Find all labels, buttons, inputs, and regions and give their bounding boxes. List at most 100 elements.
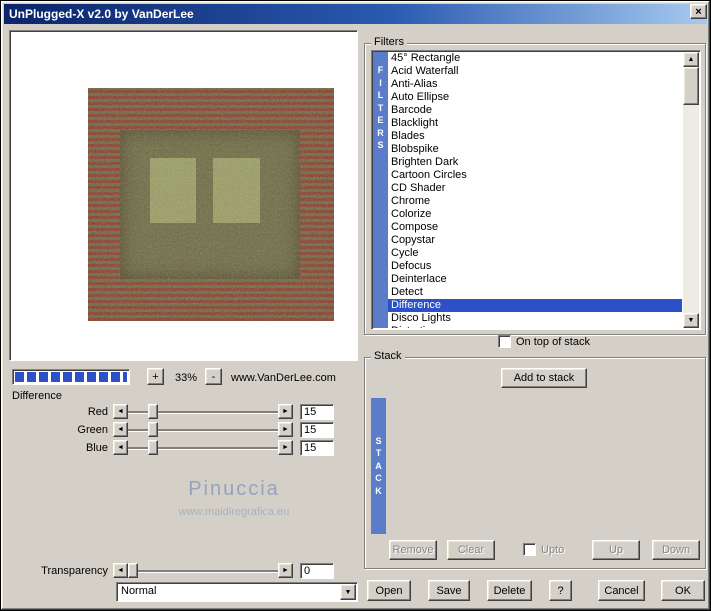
transparency-slider-track[interactable] <box>128 563 278 578</box>
filter-list-item[interactable]: Anti-Alias <box>388 78 682 91</box>
on-top-of-stack-checkbox[interactable] <box>498 335 511 348</box>
down-button[interactable]: Down <box>652 540 700 560</box>
preview-image[interactable] <box>88 88 334 321</box>
remove-button[interactable]: Remove <box>389 540 437 560</box>
vendor-website-label: www.VanDerLee.com <box>231 372 336 384</box>
transparency-slider-thumb[interactable] <box>128 563 138 578</box>
right-arrow-icon: ► <box>282 426 289 433</box>
cancel-button[interactable]: Cancel <box>598 580 645 601</box>
transparency-value-input[interactable]: 0 <box>300 562 334 579</box>
scrollbar-down-button[interactable]: ▼ <box>683 313 699 328</box>
delete-button[interactable]: Delete <box>487 580 532 601</box>
dropdown-arrow-icon: ▼ <box>344 588 352 596</box>
blue-slider-thumb[interactable] <box>148 440 158 455</box>
minus-icon: - <box>211 370 216 383</box>
right-arrow-icon: ► <box>282 408 289 415</box>
green-increment-button[interactable]: ► <box>278 422 293 437</box>
title-bar: UnPlugged-X v2.0 by VanDerLee <box>4 4 707 24</box>
up-button[interactable]: Up <box>592 540 640 560</box>
filter-list-item[interactable]: Distortion <box>388 325 682 328</box>
filter-list-item[interactable]: Cartoon Circles <box>388 169 682 182</box>
zoom-progress-fill <box>15 372 127 382</box>
filter-list-item[interactable]: Detect <box>388 286 682 299</box>
filter-list-item[interactable]: CD Shader <box>388 182 682 195</box>
add-to-stack-button[interactable]: Add to stack <box>501 368 587 388</box>
zoom-progress-bar <box>12 369 130 385</box>
red-slider-thumb[interactable] <box>148 404 158 419</box>
scrollbar-up-button[interactable]: ▲ <box>683 52 699 67</box>
stack-group-title: Stack <box>371 350 405 362</box>
left-arrow-icon: ◄ <box>117 426 124 433</box>
help-button[interactable]: ? <box>549 580 572 601</box>
zoom-in-button[interactable]: + <box>147 368 164 385</box>
filter-list-item[interactable]: 45° Rectangle <box>388 52 682 65</box>
transparency-label: Transparency <box>41 564 108 577</box>
window-title: UnPlugged-X v2.0 by VanDerLee <box>9 7 194 21</box>
down-arrow-icon: ▼ <box>687 317 695 324</box>
transparency-slider-row: Transparency ◄ ► 0 <box>5 562 345 579</box>
filter-list-item[interactable]: Defocus <box>388 260 682 273</box>
right-arrow-icon: ► <box>282 444 289 451</box>
zoom-out-button[interactable]: - <box>205 368 222 385</box>
blue-increment-button[interactable]: ► <box>278 440 293 455</box>
filter-list-item[interactable]: Acid Waterfall <box>388 65 682 78</box>
green-value-input[interactable]: 15 <box>300 421 334 438</box>
filter-list-item[interactable]: Brighten Dark <box>388 156 682 169</box>
left-arrow-icon: ◄ <box>117 408 124 415</box>
transparency-increment-button[interactable]: ► <box>278 563 293 578</box>
filter-list-item[interactable]: Cycle <box>388 247 682 260</box>
open-button[interactable]: Open <box>367 580 411 601</box>
red-slider-row: Red ◄ ► 15 <box>5 403 345 420</box>
ok-button[interactable]: OK <box>661 580 705 601</box>
transparency-decrement-button[interactable]: ◄ <box>113 563 128 578</box>
green-slider-label: Green <box>77 423 108 436</box>
blue-decrement-button[interactable]: ◄ <box>113 440 128 455</box>
left-arrow-icon: ◄ <box>117 567 124 574</box>
filter-list-item[interactable]: Compose <box>388 221 682 234</box>
filters-listbox: F I L T E R S 45° Rectangle Acid Waterfal… <box>371 50 701 330</box>
filter-list-item[interactable]: Difference <box>388 299 682 312</box>
upto-checkbox[interactable] <box>523 543 536 556</box>
filter-list-item[interactable]: Copystar <box>388 234 682 247</box>
plus-icon: + <box>152 370 159 383</box>
filter-list-item[interactable]: Deinterlace <box>388 273 682 286</box>
scrollbar-thumb[interactable] <box>683 67 699 105</box>
unplugged-x-dialog: UnPlugged-X v2.0 by VanDerLee × + 33% - … <box>0 0 711 611</box>
red-decrement-button[interactable]: ◄ <box>113 404 128 419</box>
current-filter-label: Difference <box>12 390 62 402</box>
right-arrow-icon: ► <box>282 567 289 574</box>
filters-vertical-banner: F I L T E R S <box>373 52 388 328</box>
clear-button[interactable]: Clear <box>447 540 495 560</box>
green-slider-row: Green ◄ ► 15 <box>5 421 345 438</box>
filters-group-title: Filters <box>371 36 407 48</box>
blend-mode-combobox[interactable]: Normal ▼ <box>116 582 358 602</box>
filter-list-item[interactable]: Blobspike <box>388 143 682 156</box>
blue-value-input[interactable]: 15 <box>300 439 334 456</box>
red-increment-button[interactable]: ► <box>278 404 293 419</box>
filter-list-item[interactable]: Colorize <box>388 208 682 221</box>
filter-list-item[interactable]: Blades <box>388 130 682 143</box>
combobox-dropdown-button[interactable]: ▼ <box>340 584 356 600</box>
filter-list-item[interactable]: Blacklight <box>388 117 682 130</box>
noise-overlay-icon <box>88 88 334 321</box>
filters-list-items: 45° Rectangle Acid Waterfall Anti-Alias Aut… <box>388 52 682 328</box>
close-button[interactable]: × <box>690 4 707 19</box>
filter-list-item[interactable]: Disco Lights <box>388 312 682 325</box>
red-slider-label: Red <box>87 405 108 418</box>
save-button[interactable]: Save <box>428 580 470 601</box>
filter-list-item[interactable]: Auto Ellipse <box>388 91 682 104</box>
stack-list[interactable] <box>386 398 698 534</box>
green-slider-thumb[interactable] <box>148 422 158 437</box>
red-value-input[interactable]: 15 <box>300 403 334 420</box>
stack-vertical-banner: S T A C K <box>371 398 386 534</box>
on-top-of-stack-label: On top of stack <box>516 335 590 348</box>
watermark-url: www.maidiregrafica.eu <box>178 506 290 518</box>
red-slider-track[interactable] <box>128 404 278 419</box>
filter-list-item[interactable]: Chrome <box>388 195 682 208</box>
green-slider-track[interactable] <box>128 422 278 437</box>
filters-scrollbar[interactable]: ▲ ▼ <box>683 52 699 328</box>
green-decrement-button[interactable]: ◄ <box>113 422 128 437</box>
blue-slider-track[interactable] <box>128 440 278 455</box>
filter-list-item[interactable]: Barcode <box>388 104 682 117</box>
filters-groupbox: Filters F I L T E R S 45° Rectangle Acid … <box>364 36 706 335</box>
